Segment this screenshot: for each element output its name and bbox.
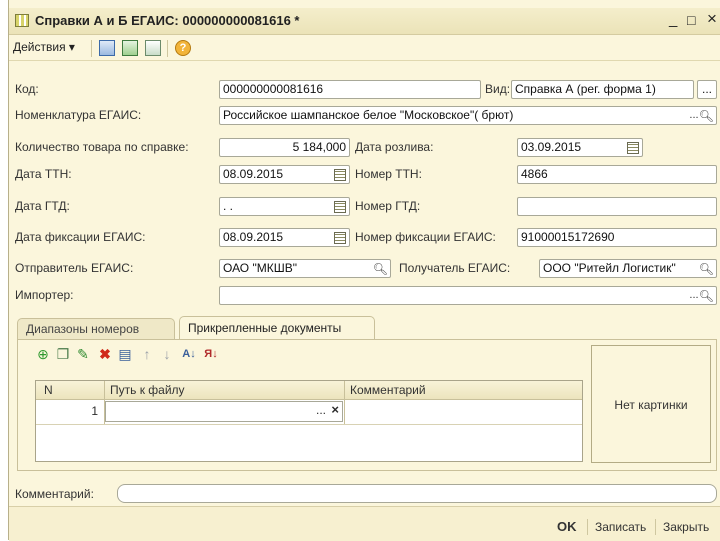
toolbar-separator	[91, 40, 92, 57]
code-field[interactable]: 000000000081616	[219, 80, 481, 99]
gtd-date-label: Дата ГТД:	[15, 199, 70, 213]
gtd-date-field[interactable]: . .	[219, 197, 350, 216]
gtd-date-value: . .	[223, 199, 234, 213]
end-edit-icon[interactable]: ▤	[117, 346, 133, 362]
calendar-icon[interactable]	[334, 169, 346, 181]
tab-attached-documents[interactable]: Прикрепленные документы	[179, 316, 375, 339]
quantity-label: Количество товара по справке:	[15, 140, 189, 154]
table-header: N Путь к файлу Комментарий	[36, 381, 582, 400]
picture-box[interactable]: Нет картинки	[591, 345, 711, 463]
attached-documents-table[interactable]: N Путь к файлу Комментарий 1 ... ×	[35, 380, 583, 462]
nomenclature-field[interactable]: Российское шампанское белое "Московское"…	[219, 106, 717, 125]
column-comment-header[interactable]: Комментарий	[350, 383, 426, 397]
egais-fix-date-value: 08.09.2015	[223, 230, 284, 244]
window-title: Справки А и Б ЕГАИС: 000000000081616 *	[35, 13, 300, 28]
nomenclature-label: Номенклатура ЕГАИС:	[15, 108, 142, 122]
column-file-path-header[interactable]: Путь к файлу	[110, 383, 185, 397]
egais-fix-number-label: Номер фиксации ЕГАИС:	[355, 230, 496, 244]
clear-icon[interactable]: ×	[331, 402, 339, 417]
importer-label: Импортер:	[15, 288, 74, 302]
save-button[interactable]: Записать	[595, 520, 646, 534]
add-icon[interactable]: ⊕	[35, 346, 51, 362]
sort-descending-icon[interactable]: Я↓	[203, 346, 219, 362]
toolbar-separator	[167, 40, 168, 57]
kind-select[interactable]: Справка А (рег. форма 1)	[511, 80, 694, 99]
sender-label: Отправитель ЕГАИС:	[15, 261, 134, 275]
ttn-date-value: 08.09.2015	[223, 167, 284, 181]
gtd-number-field[interactable]	[517, 197, 717, 216]
refresh-icon[interactable]	[122, 40, 138, 56]
receiver-value: ООО "Ритейл Логистик"	[543, 261, 676, 275]
receiver-open-icon[interactable]: 🔍︎	[699, 261, 714, 277]
post-and-close-icon[interactable]	[99, 40, 115, 56]
egais-fix-number-field[interactable]: 91000015172690	[517, 228, 717, 247]
ttn-number-field[interactable]: 4866	[517, 165, 717, 184]
ttn-date-label: Дата ТТН:	[15, 167, 72, 181]
calendar-icon[interactable]	[334, 232, 346, 244]
sort-ascending-icon[interactable]: A↓	[181, 346, 197, 362]
tab-strip: Диапазоны номеров Прикрепленные документ…	[17, 316, 717, 340]
comment-field[interactable]	[117, 484, 717, 503]
nomenclature-open-icon[interactable]: 🔍︎	[699, 108, 714, 124]
importer-field[interactable]: ... 🔍︎	[219, 286, 717, 305]
row-number: 1	[91, 404, 98, 418]
code-label: Код:	[15, 82, 39, 96]
close-button[interactable]: ×	[707, 9, 717, 29]
gtd-number-label: Номер ГТД:	[355, 199, 421, 213]
button-separator	[587, 519, 588, 535]
comment-label: Комментарий:	[15, 487, 94, 501]
close-form-button[interactable]: Закрыть	[663, 520, 709, 534]
document-window: Справки А и Б ЕГАИС: 000000000081616 * _…	[8, 0, 720, 541]
move-down-icon[interactable]: ↓	[159, 346, 175, 362]
delete-icon[interactable]: ✖	[97, 346, 113, 362]
move-up-icon[interactable]: ↑	[139, 346, 155, 362]
receiver-label: Получатель ЕГАИС:	[399, 261, 511, 275]
bottling-date-field[interactable]: 03.09.2015	[517, 138, 643, 157]
ok-button[interactable]: OK	[557, 519, 577, 534]
importer-open-icon[interactable]: 🔍︎	[699, 288, 714, 304]
actions-menu-button[interactable]: Действия ▾	[13, 40, 75, 54]
form-icon	[15, 14, 29, 27]
kind-label: Вид:	[485, 82, 511, 96]
quantity-field[interactable]: 5 184,000	[219, 138, 350, 157]
file-choose-button[interactable]: ...	[316, 403, 326, 417]
edit-icon[interactable]: ✎	[75, 346, 91, 362]
egais-fix-date-label: Дата фиксации ЕГАИС:	[15, 230, 146, 244]
copy-icon[interactable]: ❐	[55, 346, 71, 362]
kind-choose-button[interactable]: ...	[697, 80, 717, 99]
sender-field[interactable]: ОАО "МКШВ" 🔍︎	[219, 259, 391, 278]
title-bar: Справки А и Б ЕГАИС: 000000000081616 * _…	[9, 8, 720, 35]
help-icon[interactable]: ?	[175, 40, 191, 56]
command-bar: OK Записать Закрыть	[9, 506, 720, 541]
nomenclature-value: Российское шампанское белое "Московское"…	[223, 108, 514, 122]
column-n-header[interactable]: N	[44, 383, 53, 397]
table-row[interactable]: 1 ... ×	[36, 400, 582, 425]
egais-fix-date-field[interactable]: 08.09.2015	[219, 228, 350, 247]
file-path-input[interactable]: ... ×	[105, 401, 343, 422]
bottling-date-value: 03.09.2015	[521, 140, 582, 154]
bottling-date-label: Дата розлива:	[355, 140, 434, 154]
sender-open-icon[interactable]: 🔍︎	[373, 261, 388, 277]
receiver-field[interactable]: ООО "Ритейл Логистик" 🔍︎	[539, 259, 717, 278]
button-separator	[655, 519, 656, 535]
sender-value: ОАО "МКШВ"	[223, 261, 297, 275]
maximize-button[interactable]: □	[687, 12, 695, 28]
minimize-button[interactable]: _	[669, 11, 677, 28]
form-toolbar: Действия ▾ ?	[9, 36, 720, 61]
tab-number-ranges[interactable]: Диапазоны номеров	[17, 318, 175, 339]
calendar-icon[interactable]	[334, 201, 346, 213]
no-picture-text: Нет картинки	[614, 398, 688, 412]
copy-document-icon[interactable]	[145, 40, 161, 56]
ttn-date-field[interactable]: 08.09.2015	[219, 165, 350, 184]
ttn-number-label: Номер ТТН:	[355, 167, 422, 181]
calendar-icon[interactable]	[627, 142, 639, 154]
